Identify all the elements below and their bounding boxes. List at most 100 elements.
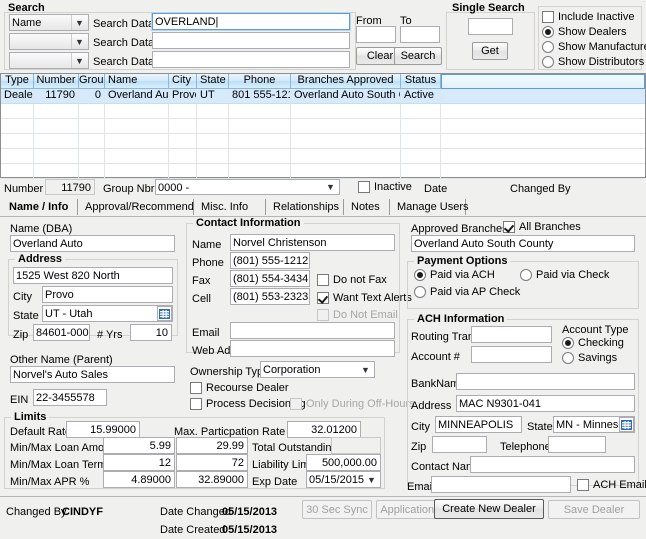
- loan-term-min-input[interactable]: 12: [103, 454, 175, 471]
- max-participation-input[interactable]: 32.01200: [287, 421, 361, 438]
- loan-amount-min-input[interactable]: 5.99: [103, 437, 175, 454]
- paid-via-ap-check-radio[interactable]: Paid via AP Check: [414, 286, 520, 298]
- paid-via-ach-radio[interactable]: Paid via ACH: [414, 269, 495, 281]
- grid-col-status[interactable]: Status: [401, 74, 441, 89]
- savings-radio[interactable]: Savings: [562, 352, 617, 364]
- ach-telephone-input[interactable]: [548, 436, 606, 453]
- ownership-type-select[interactable]: Corporation ▼: [260, 361, 375, 378]
- default-rate-input[interactable]: 15.99000: [66, 421, 140, 438]
- account-number-input[interactable]: [471, 346, 552, 363]
- search-field-select-1[interactable]: Name ▼: [9, 14, 89, 31]
- ach-email-input[interactable]: [431, 476, 571, 493]
- grid-col-number[interactable]: Number: [34, 74, 79, 89]
- loan-term-max-input[interactable]: 72: [176, 454, 248, 471]
- routing-transit-input[interactable]: [471, 326, 552, 343]
- create-new-dealer-button[interactable]: Create New Dealer: [434, 499, 544, 519]
- from-input[interactable]: [356, 26, 396, 43]
- approved-branches-input[interactable]: Overland Auto South County: [411, 235, 635, 252]
- contact-name-input[interactable]: Norvel Christenson: [230, 234, 395, 251]
- tab-approval-recommend[interactable]: Approval/Recommend: [78, 199, 194, 215]
- table-row[interactable]: [1, 119, 645, 134]
- address-zip-input[interactable]: 84601-0000: [33, 324, 90, 341]
- grid-col-state[interactable]: State: [197, 74, 229, 89]
- grid-col-phone[interactable]: Phone: [229, 74, 291, 89]
- inactive-checkbox[interactable]: Inactive: [358, 181, 412, 193]
- want-text-alerts-checkbox[interactable]: Want Text Alerts: [317, 292, 412, 304]
- grid-col-branches[interactable]: Branches Approved: [291, 74, 401, 89]
- all-branches-checkbox[interactable]: All Branches: [503, 221, 581, 233]
- cell-number: 11790: [34, 89, 79, 104]
- search-data-input-3[interactable]: [152, 51, 350, 68]
- contact-fax-input[interactable]: (801) 554-3434: [230, 270, 310, 287]
- table-row[interactable]: [1, 164, 645, 179]
- include-inactive-checkbox[interactable]: Include Inactive: [542, 11, 634, 23]
- liability-limit-input[interactable]: 500,000.00: [306, 454, 381, 471]
- process-decisioning-checkbox[interactable]: Process Decisioning: [190, 398, 306, 410]
- contact-phone-input[interactable]: (801) 555-1212: [230, 252, 310, 269]
- search-field-select-3[interactable]: ▼: [9, 52, 89, 69]
- get-button[interactable]: Get: [472, 42, 508, 60]
- search-field-select-2[interactable]: ▼: [9, 33, 89, 50]
- grid-col-type[interactable]: Type: [1, 74, 34, 89]
- ach-contact-name-input[interactable]: [470, 456, 635, 473]
- loan-amount-max-input[interactable]: 29.99: [176, 437, 248, 454]
- search-button[interactable]: Search: [394, 47, 442, 65]
- table-row[interactable]: Dealer 11790 0 Overland Auto Provo UT 80…: [1, 89, 645, 104]
- grid-col-name[interactable]: Name: [105, 74, 169, 89]
- total-outstanding-input: [331, 437, 381, 454]
- show-distributors-radio[interactable]: Show Distributors: [542, 56, 644, 68]
- group-nbr-select[interactable]: 0000 - ▼: [155, 179, 340, 195]
- ach-state-lookup-icon[interactable]: [619, 417, 634, 432]
- ach-email-checkbox[interactable]: ACH Email: [577, 479, 646, 491]
- show-dealers-radio[interactable]: Show Dealers: [542, 26, 626, 38]
- search-data-input-1[interactable]: OVERLAND|: [151, 12, 351, 31]
- checking-radio[interactable]: Checking: [562, 337, 624, 349]
- yrs-input[interactable]: 10: [130, 324, 172, 341]
- ach-zip-input[interactable]: [432, 436, 487, 453]
- paid-via-check-radio[interactable]: Paid via Check: [520, 269, 609, 281]
- other-name-input[interactable]: Norvel's Auto Sales: [10, 366, 175, 383]
- single-search-input[interactable]: [468, 18, 513, 35]
- total-outstanding-label: Total Outstanding: [252, 442, 338, 454]
- exp-date-label: Exp Date: [252, 476, 298, 488]
- tab-name-info[interactable]: Name / Info: [2, 199, 78, 215]
- contact-cell-input[interactable]: (801) 553-2323: [230, 288, 310, 305]
- search-results-grid[interactable]: Type Number Group Name City State Phone …: [0, 73, 646, 179]
- dba-input[interactable]: Overland Auto: [10, 235, 175, 252]
- only-during-off-hours-label: Only During Off-Hours: [306, 398, 415, 410]
- exp-date-select[interactable]: 05/15/2015 ▼: [306, 471, 381, 488]
- tab-strip: Name / Info Approval/Recommend Misc. Inf…: [0, 199, 646, 216]
- grid-col-group[interactable]: Group: [79, 74, 105, 89]
- dealer-maintenance-window: Search Name ▼ Search Data OVERLAND| ▼ Se…: [0, 0, 646, 539]
- address-street-input[interactable]: 1525 West 820 North: [13, 267, 173, 284]
- show-manufacturers-radio[interactable]: Show Manufacturers: [542, 41, 646, 53]
- grid-header-row: Type Number Group Name City State Phone …: [1, 74, 645, 89]
- tab-notes[interactable]: Notes: [344, 199, 390, 215]
- search-data-input-2[interactable]: [152, 32, 350, 49]
- contact-web-input[interactable]: [230, 340, 395, 357]
- do-not-fax-checkbox[interactable]: Do not Fax: [317, 274, 387, 286]
- grid-col-city[interactable]: City: [169, 74, 197, 89]
- address-state-input[interactable]: UT - Utah: [42, 305, 173, 322]
- address-city-input[interactable]: Provo: [42, 286, 173, 303]
- apr-max-input[interactable]: 32.89000: [176, 471, 248, 488]
- show-dealers-label: Show Dealers: [558, 26, 627, 38]
- checkbox-glyph: [542, 11, 554, 23]
- apr-min-input[interactable]: 4.89000: [103, 471, 175, 488]
- ein-input[interactable]: 22-3455578: [33, 389, 107, 406]
- contact-email-input[interactable]: [230, 322, 395, 339]
- tab-relationships[interactable]: Relationships: [266, 199, 344, 215]
- recourse-dealer-checkbox[interactable]: Recourse Dealer: [190, 382, 289, 394]
- tab-misc-info[interactable]: Misc. Info: [194, 199, 266, 215]
- ach-address-input[interactable]: MAC N9301-041: [456, 395, 635, 412]
- state-lookup-icon[interactable]: [157, 306, 172, 321]
- checkbox-glyph: [317, 309, 329, 321]
- table-row[interactable]: [1, 134, 645, 149]
- ach-city-input[interactable]: MINNEAPOLIS: [435, 416, 522, 433]
- table-row[interactable]: [1, 149, 645, 164]
- bank-name-input[interactable]: [456, 373, 635, 390]
- to-input[interactable]: [400, 26, 440, 43]
- table-row[interactable]: [1, 104, 645, 119]
- number-label: Number: [4, 183, 44, 195]
- tab-manage-users[interactable]: Manage Users: [390, 199, 469, 215]
